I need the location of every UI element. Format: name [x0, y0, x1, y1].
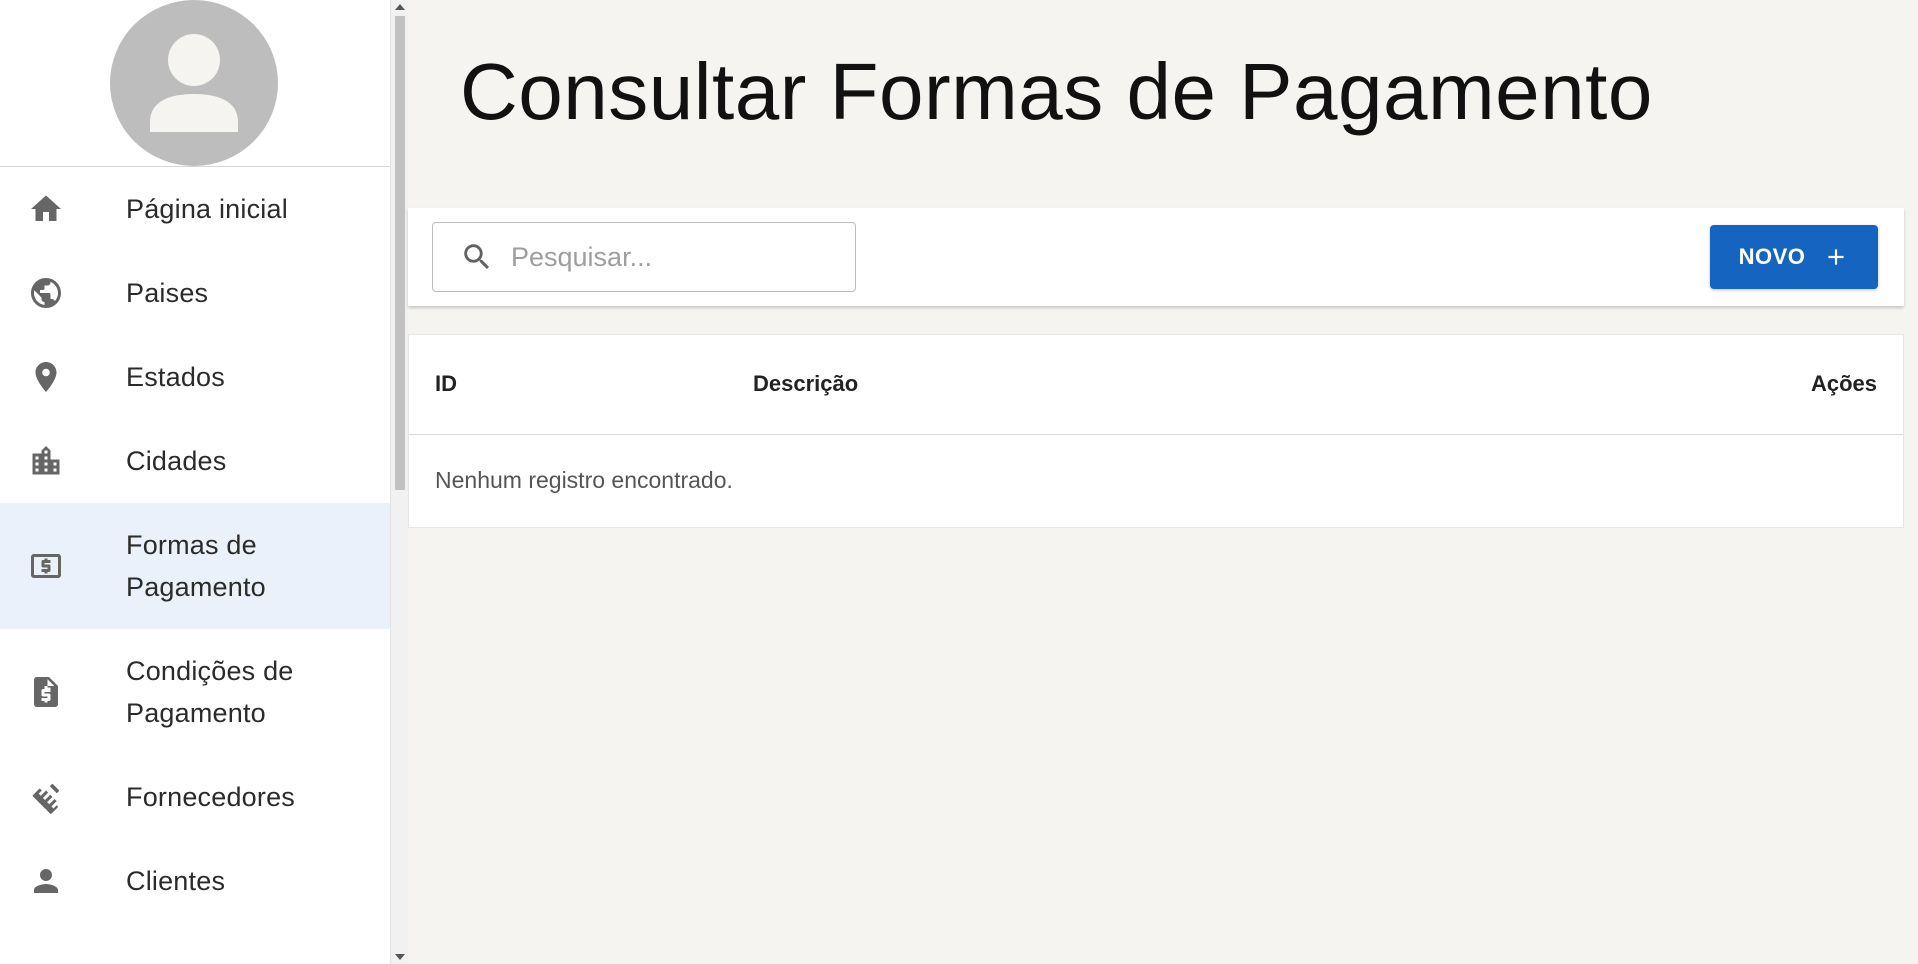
- handshake-icon: [28, 779, 64, 815]
- location-pin-icon: [28, 359, 64, 395]
- sidebar-item-condicoes-de-pagamento[interactable]: Condições de Pagamento: [0, 629, 390, 755]
- invoice-dollar-icon: [28, 674, 64, 710]
- search-box[interactable]: [432, 222, 856, 292]
- sidebar-item-pagina-inicial[interactable]: Página inicial: [0, 167, 390, 251]
- sidebar-item-clientes[interactable]: Clientes: [0, 839, 390, 923]
- payment-icon: [28, 548, 64, 584]
- column-header-acoes: Ações: [1810, 371, 1877, 396]
- sidebar-item-formas-de-pagamento[interactable]: Formas de Pagamento: [0, 503, 390, 629]
- table-header: ID Descrição Ações: [409, 335, 1903, 435]
- empty-table-message: Nenhum registro encontrado.: [435, 467, 733, 493]
- city-icon: [28, 443, 64, 479]
- scroll-up-arrow-icon[interactable]: [395, 4, 405, 10]
- sidebar-nav: Página inicial Paises Estados Cidades Fo…: [0, 167, 390, 923]
- sidebar-item-cidades[interactable]: Cidades: [0, 419, 390, 503]
- search-input[interactable]: [511, 241, 841, 273]
- new-button-label: NOVO: [1738, 244, 1806, 269]
- sidebar-scrollbar[interactable]: [390, 0, 408, 964]
- sidebar-item-fornecedores[interactable]: Fornecedores: [0, 755, 390, 839]
- sidebar-item-label: Página inicial: [126, 194, 288, 224]
- sidebar-item-paises[interactable]: Paises: [0, 251, 390, 335]
- results-table: ID Descrição Ações Nenhum registro encon…: [408, 334, 1904, 528]
- sidebar-item-label: Clientes: [126, 866, 226, 896]
- scrollbar-thumb[interactable]: [395, 16, 405, 490]
- search-icon: [459, 239, 495, 275]
- main-content: Consultar Formas de Pagamento NOVO ID De…: [408, 0, 1918, 964]
- home-icon: [28, 191, 64, 227]
- toolbar: NOVO: [408, 208, 1904, 306]
- sidebar-item-label: Formas de Pagamento: [126, 530, 266, 602]
- person-icon: [28, 863, 64, 899]
- sidebar-item-label: Cidades: [126, 446, 227, 476]
- sidebar: Página inicial Paises Estados Cidades Fo…: [0, 0, 390, 964]
- column-header-id[interactable]: ID: [435, 371, 457, 397]
- sidebar-item-label: Fornecedores: [126, 782, 295, 812]
- page-title: Consultar Formas de Pagamento: [460, 47, 1653, 136]
- avatar[interactable]: [110, 0, 278, 166]
- sidebar-item-estados[interactable]: Estados: [0, 335, 390, 419]
- user-avatar-section: [0, 0, 390, 167]
- new-button[interactable]: NOVO: [1710, 225, 1878, 289]
- sidebar-item-label: Estados: [126, 362, 225, 392]
- sidebar-item-label: Condições de Pagamento: [126, 656, 294, 728]
- plus-icon: [1823, 244, 1849, 270]
- user-avatar-icon: [150, 34, 238, 132]
- scroll-down-arrow-icon[interactable]: [395, 954, 405, 960]
- sidebar-item-label: Paises: [126, 278, 209, 308]
- globe-icon: [28, 275, 64, 311]
- column-header-descricao[interactable]: Descrição: [753, 371, 858, 397]
